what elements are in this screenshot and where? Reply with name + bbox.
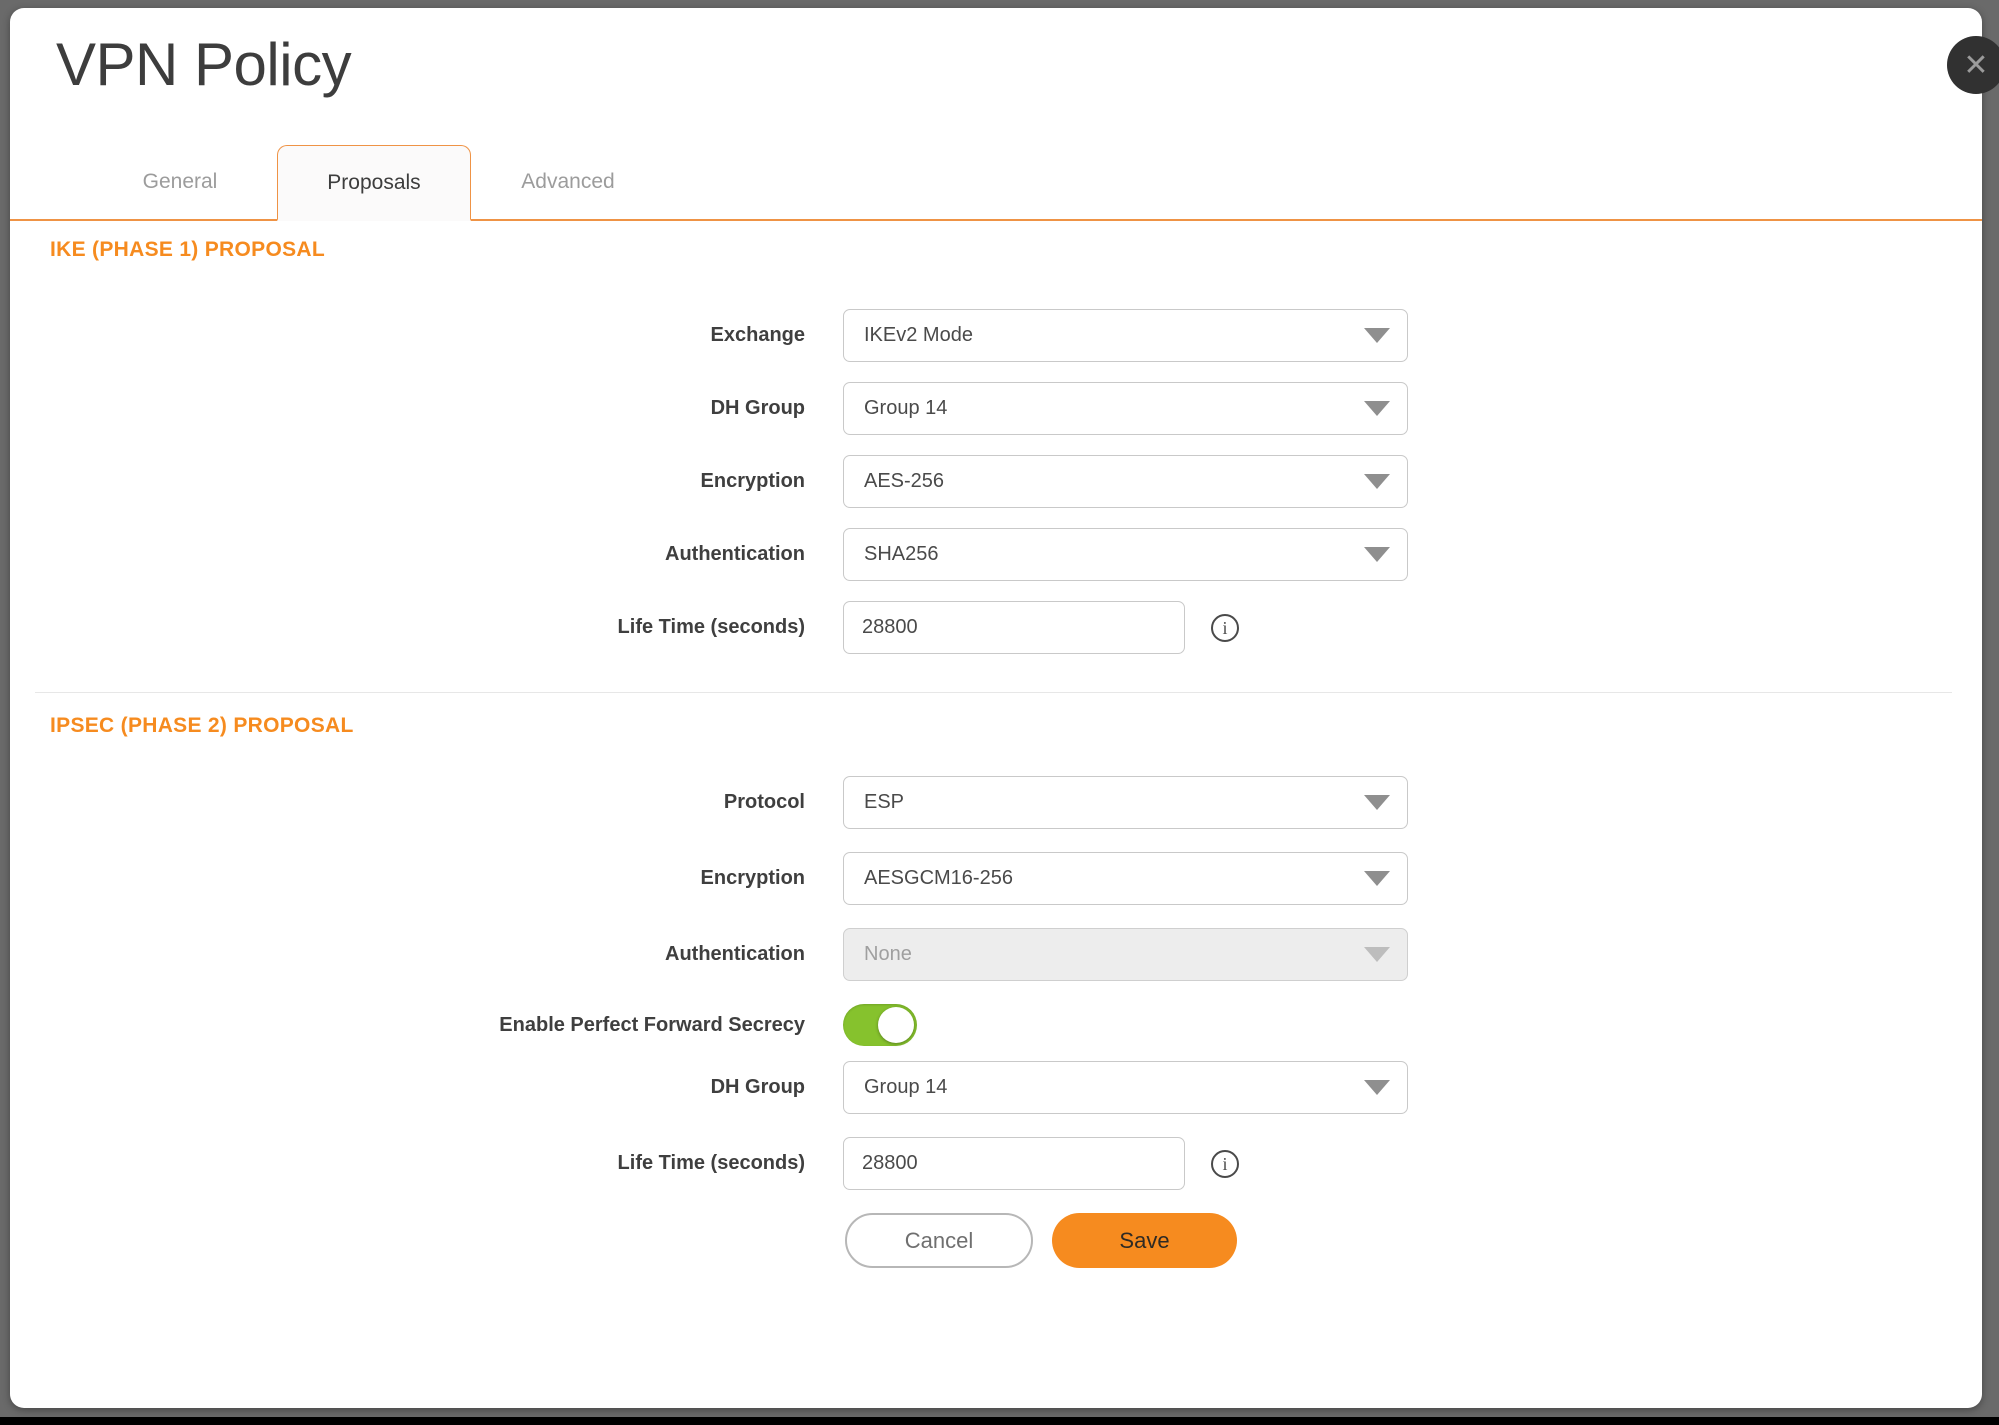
tab-advanced[interactable]: Advanced — [471, 145, 665, 219]
screen-bottom-edge — [0, 1417, 1999, 1425]
ipsec-encryption-label: Encryption — [10, 867, 805, 890]
ipsec-encryption-select[interactable]: AESGCM16-256 — [843, 852, 1408, 905]
ipsec-encryption-selected-value: AESGCM16-256 — [864, 867, 1013, 890]
dialog-footer: Cancel Save — [845, 1213, 1982, 1268]
ipsec-authentication-row: Authentication None — [10, 928, 1982, 981]
tab-proposals[interactable]: Proposals — [277, 145, 471, 221]
page-title: VPN Policy — [56, 30, 1982, 99]
protocol-row: Protocol ESP — [10, 776, 1982, 829]
ipsec-life-time-row: Life Time (seconds) i — [10, 1137, 1982, 1190]
close-button[interactable]: ✕ — [1947, 36, 1999, 94]
tab-advanced-label: Advanced — [521, 170, 614, 194]
authentication-selected-value: SHA256 — [864, 543, 939, 566]
chevron-down-icon — [1364, 474, 1390, 489]
ipsec-authentication-select-disabled: None — [843, 928, 1408, 981]
tab-bar: General Proposals Advanced — [10, 145, 1982, 221]
pfs-label: Enable Perfect Forward Secrecy — [10, 1014, 805, 1037]
ipsec-phase2-form: Protocol ESP Encryption AESGCM16-256 Aut… — [10, 776, 1982, 1190]
encryption-row: Encryption AES-256 — [10, 455, 1982, 508]
exchange-select[interactable]: IKEv2 Mode — [843, 309, 1408, 362]
ipsec-encryption-row: Encryption AESGCM16-256 — [10, 852, 1982, 905]
life-time-label: Life Time (seconds) — [10, 616, 805, 639]
vpn-policy-dialog: VPN Policy General Proposals Advanced IK… — [10, 8, 1982, 1408]
tab-general-label: General — [143, 170, 218, 194]
ipsec-life-time-input[interactable] — [843, 1137, 1185, 1190]
info-icon[interactable]: i — [1211, 1150, 1239, 1178]
toggle-knob — [878, 1007, 914, 1043]
ipsec-dh-group-select[interactable]: Group 14 — [843, 1061, 1408, 1114]
chevron-down-icon — [1364, 871, 1390, 886]
ipsec-authentication-selected-value: None — [864, 943, 912, 966]
chevron-down-icon — [1364, 947, 1390, 962]
encryption-selected-value: AES-256 — [864, 470, 944, 493]
protocol-label: Protocol — [10, 791, 805, 814]
ike-phase1-form: Exchange IKEv2 Mode DH Group Group 14 En… — [10, 309, 1982, 654]
ike-phase1-heading: IKE (PHASE 1) PROPOSAL — [50, 238, 1982, 262]
life-time-row: Life Time (seconds) i — [10, 601, 1982, 654]
chevron-down-icon — [1364, 1080, 1390, 1095]
life-time-input[interactable] — [843, 601, 1185, 654]
tab-general[interactable]: General — [83, 145, 277, 219]
pfs-toggle-on[interactable] — [843, 1004, 917, 1046]
dh-group-label: DH Group — [10, 397, 805, 420]
protocol-selected-value: ESP — [864, 791, 904, 814]
authentication-select[interactable]: SHA256 — [843, 528, 1408, 581]
authentication-row: Authentication SHA256 — [10, 528, 1982, 581]
dh-group-select[interactable]: Group 14 — [843, 382, 1408, 435]
encryption-label: Encryption — [10, 470, 805, 493]
section-divider — [35, 692, 1952, 693]
save-button[interactable]: Save — [1052, 1213, 1237, 1268]
chevron-down-icon — [1364, 401, 1390, 416]
chevron-down-icon — [1364, 328, 1390, 343]
ipsec-life-time-label: Life Time (seconds) — [10, 1152, 805, 1175]
info-icon[interactable]: i — [1211, 614, 1239, 642]
chevron-down-icon — [1364, 547, 1390, 562]
cancel-button[interactable]: Cancel — [845, 1213, 1033, 1268]
exchange-row: Exchange IKEv2 Mode — [10, 309, 1982, 362]
exchange-label: Exchange — [10, 324, 805, 347]
pfs-row: Enable Perfect Forward Secrecy — [10, 1004, 1982, 1046]
tab-proposals-label: Proposals — [327, 171, 420, 195]
ipsec-dh-group-label: DH Group — [10, 1076, 805, 1099]
ipsec-authentication-label: Authentication — [10, 943, 805, 966]
chevron-down-icon — [1364, 795, 1390, 810]
ipsec-dh-group-selected-value: Group 14 — [864, 1076, 947, 1099]
authentication-label: Authentication — [10, 543, 805, 566]
encryption-select[interactable]: AES-256 — [843, 455, 1408, 508]
ipsec-dh-group-row: DH Group Group 14 — [10, 1061, 1982, 1114]
dh-group-row: DH Group Group 14 — [10, 382, 1982, 435]
ipsec-phase2-heading: IPSEC (PHASE 2) PROPOSAL — [50, 714, 1982, 738]
protocol-select[interactable]: ESP — [843, 776, 1408, 829]
close-icon: ✕ — [1963, 48, 1988, 83]
exchange-selected-value: IKEv2 Mode — [864, 324, 973, 347]
dh-group-selected-value: Group 14 — [864, 397, 947, 420]
